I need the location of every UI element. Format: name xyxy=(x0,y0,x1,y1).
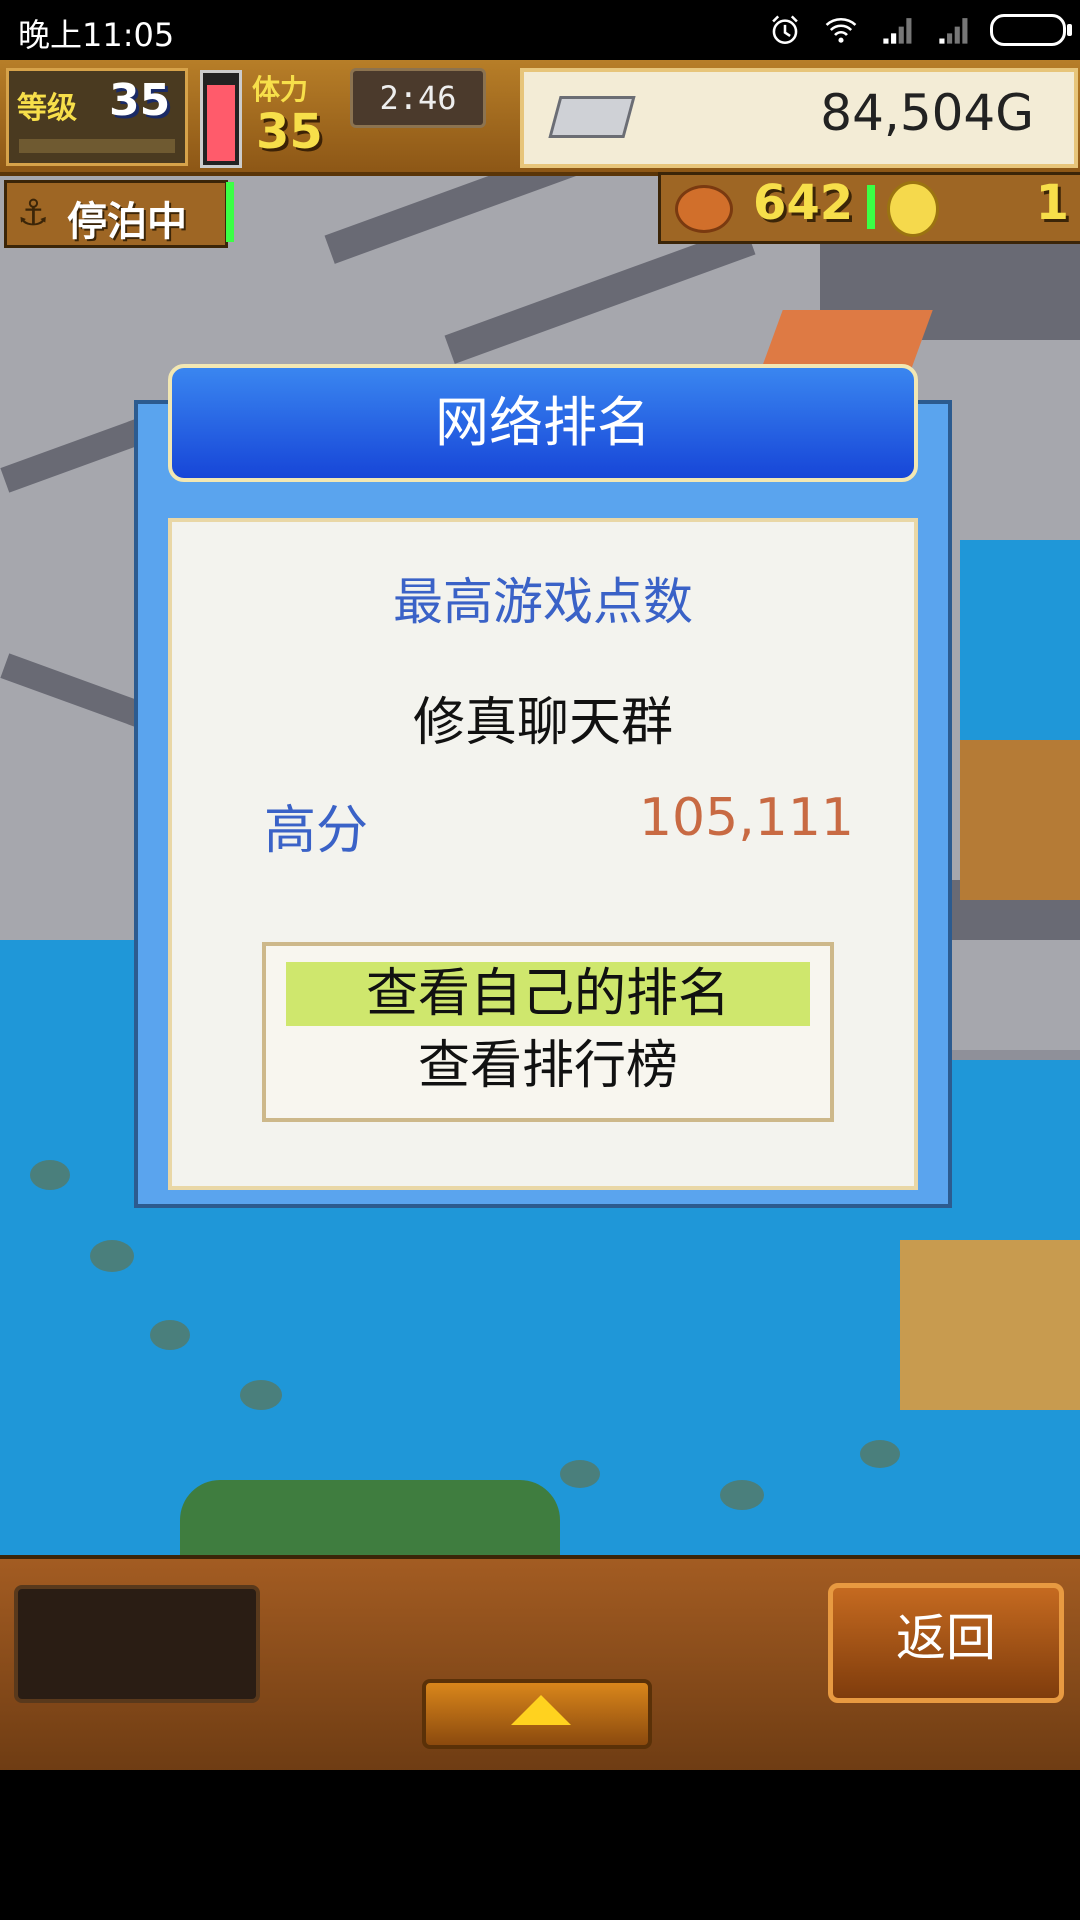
island xyxy=(180,1480,560,1555)
gold-box: 84,504G xyxy=(520,68,1078,168)
resources-box: 642 1 xyxy=(658,172,1080,244)
level-value: 35 xyxy=(109,75,171,126)
online-ranking-dialog: 网络排名 最高游戏点数 修真聊天群 高分 105,111 查看自己的排名 查看排… xyxy=(134,364,952,1208)
back-button[interactable]: 返回 xyxy=(828,1583,1064,1703)
dialog-title: 网络排名 xyxy=(168,364,918,482)
top-hud: 等级 35 体力 35 2:46 84,504G xyxy=(0,60,1080,176)
dock-gauge xyxy=(226,182,234,242)
signal-icon xyxy=(939,18,968,44)
rock xyxy=(240,1380,282,1410)
status-icons xyxy=(766,12,1072,48)
food-gauge xyxy=(867,185,875,229)
rock xyxy=(720,1480,764,1510)
stamina-label: 体力 xyxy=(252,73,309,106)
dock-status: ⚓ 停泊中 xyxy=(4,180,228,248)
rock xyxy=(30,1160,70,1190)
medal-count: 1 xyxy=(1035,175,1069,231)
level-label: 等级 xyxy=(17,91,77,126)
up-arrow-icon xyxy=(511,1695,571,1725)
exp-bar xyxy=(19,139,175,153)
hp-gauge xyxy=(200,70,242,168)
rock xyxy=(150,1320,190,1350)
status-bar: 晚上11:05 xyxy=(0,0,1080,60)
signal-icon xyxy=(883,18,912,44)
wifi-icon xyxy=(825,18,857,43)
medal-coin-icon xyxy=(887,181,939,237)
sea xyxy=(0,940,150,1140)
view-my-rank-button[interactable]: 查看自己的排名 xyxy=(286,962,810,1026)
stamina-value: 35 xyxy=(256,104,323,160)
panel-heading: 最高游戏点数 xyxy=(393,573,693,631)
battery-icon xyxy=(990,14,1072,46)
rock xyxy=(90,1240,134,1272)
silver-ingot-icon xyxy=(548,96,636,138)
player-name: 修真聊天群 xyxy=(412,693,673,753)
meat-icon xyxy=(675,185,733,233)
ranking-menu: 查看自己的排名 查看排行榜 xyxy=(262,942,834,1122)
view-leaderboard-button[interactable]: 查看排行榜 xyxy=(286,1034,810,1098)
rock xyxy=(860,1440,900,1468)
rock xyxy=(560,1460,600,1488)
wooden-dock xyxy=(900,1240,1080,1410)
gold-amount: 84,504G xyxy=(820,84,1034,142)
sea xyxy=(960,540,1080,740)
alarm-icon xyxy=(772,15,798,45)
nav-area xyxy=(0,1770,1080,1920)
bottom-bar: 返回 xyxy=(0,1555,1080,1774)
info-slot xyxy=(14,1585,260,1703)
anchor-icon: ⚓ xyxy=(17,193,50,234)
dock-status-label: 停泊中 xyxy=(67,199,187,245)
level-box: 等级 35 xyxy=(6,68,188,166)
ranking-panel: 最高游戏点数 修真聊天群 高分 105,111 查看自己的排名 查看排行榜 xyxy=(168,518,918,1190)
status-time: 晚上11:05 xyxy=(18,16,175,54)
food-count: 642 xyxy=(753,175,854,231)
timer: 2:46 xyxy=(350,68,486,128)
expand-up-button[interactable] xyxy=(422,1679,652,1749)
score-value: 105,111 xyxy=(638,788,854,848)
score-label: 高分 xyxy=(264,801,369,861)
